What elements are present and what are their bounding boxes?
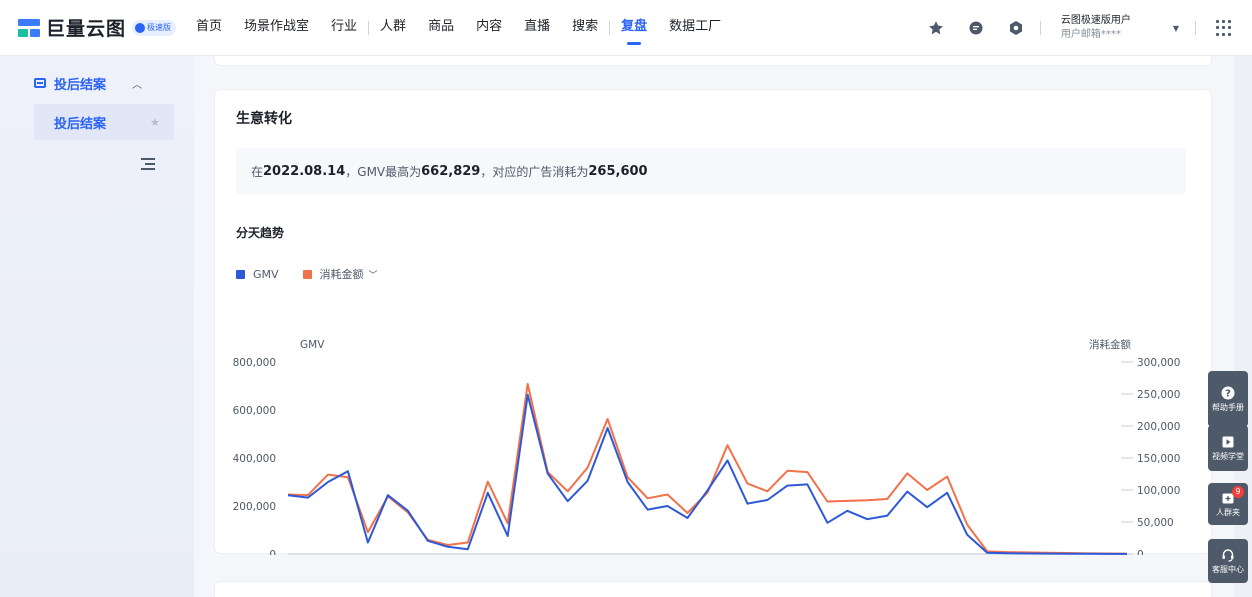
edition-badge-label: 极速版 — [147, 23, 172, 32]
help-manual-button[interactable]: ? 帮助手册 — [1208, 371, 1248, 427]
y-left-tick-label: 400,000 — [233, 453, 276, 465]
message-icon[interactable] — [968, 20, 984, 36]
collapse-sidebar-icon[interactable] — [141, 158, 155, 170]
card-title: 生意转化 — [236, 111, 292, 127]
sidebar-group-label: 投后结案 — [54, 77, 107, 93]
nav-home[interactable]: 首页 — [196, 0, 222, 56]
headset-icon — [1221, 548, 1235, 562]
toolbar-divider — [1039, 21, 1041, 35]
play-icon — [1221, 435, 1235, 449]
y-right-tick-label: 50,000 — [1137, 517, 1174, 529]
video-school-label: 视频学堂 — [1212, 451, 1244, 461]
svg-text:?: ? — [1225, 388, 1231, 399]
main-content: 生意转化 在 2022.08.14 ，GMV最高为 662,829 ，对应的广告消耗为 2… — [194, 56, 1234, 597]
y-left-tick-label: 0 — [269, 549, 276, 555]
next-card — [214, 581, 1212, 597]
business-conversion-card: 生意转化 在 2022.08.14 ，GMV最高为 662,829 ，对应的广告消耗为 2… — [214, 89, 1212, 555]
y-left-tick-label: 800,000 — [233, 357, 276, 369]
help-manual-label: 帮助手册 — [1212, 402, 1244, 412]
sidebar: 投后结案 ︿ 投后结案 ★ — [0, 56, 194, 597]
sidebar-item-label: 投后结案 — [54, 116, 107, 132]
y-left-tick-label: 600,000 — [233, 405, 276, 417]
y-right-tick-label: 100,000 — [1137, 485, 1180, 497]
user-email: 用户邮箱**** — [1060, 29, 1121, 40]
app-grid-icon[interactable] — [1216, 20, 1232, 36]
nav-scene-war-room[interactable]: 场景作战室 — [244, 0, 309, 56]
nav-data-factory[interactable]: 数据工厂 — [669, 0, 721, 56]
customer-service-label: 客服中心 — [1212, 564, 1244, 574]
y-right-axis-title: 消耗金额 — [1089, 338, 1131, 351]
legend-label-gmv: GMV — [253, 267, 279, 281]
y-left-axis-title: GMV — [300, 339, 325, 351]
star-icon[interactable] — [928, 20, 944, 36]
y-right-tick-label: 0 — [1137, 549, 1144, 555]
badge-dot-icon — [135, 22, 146, 33]
nav-review[interactable]: 复盘 — [621, 0, 647, 56]
chevron-down-icon[interactable]: ﹀ — [369, 268, 378, 281]
nav-content[interactable]: 内容 — [476, 0, 502, 56]
sidebar-item-post-campaign[interactable]: 投后结案 ★ — [34, 104, 174, 140]
help-icon: ? — [1221, 386, 1235, 400]
brand-logo[interactable]: 巨量云图 极速版 — [18, 14, 196, 41]
report-icon — [34, 78, 46, 88]
nav-product[interactable]: 商品 — [428, 0, 454, 56]
favorite-star-icon[interactable]: ★ — [150, 116, 160, 129]
crowd-folder-button[interactable]: 9 人群夹 — [1208, 483, 1248, 525]
summary-peak-gmv: 662,829 — [421, 163, 481, 179]
main-nav: 首页 场景作战室 行业 人群 商品 内容 直播 搜索 复盘 数据工厂 — [196, 0, 743, 56]
logo-icon — [18, 18, 40, 37]
sidebar-group-post-campaign[interactable]: 投后结案 ︿ — [0, 68, 194, 98]
nav-crowd[interactable]: 人群 — [380, 0, 406, 56]
y-right-tick-label: 200,000 — [1137, 421, 1180, 433]
y-left-tick-label: 200,000 — [233, 501, 276, 513]
crowd-count-badge: 9 — [1232, 486, 1244, 498]
daily-trend-title: 分天趋势 — [236, 226, 285, 240]
nav-divider — [609, 20, 611, 35]
brand-name: 巨量云图 — [46, 18, 127, 40]
settings-icon[interactable] — [1008, 20, 1024, 36]
top-right-tools: 云图极速版用户 用户邮箱**** ▼ — [904, 0, 1252, 56]
legend-swatch-gmv — [236, 269, 245, 279]
y-right-tick-label: 150,000 — [1137, 453, 1180, 465]
summary-peak-cost: 265,600 — [588, 163, 648, 179]
nav-search[interactable]: 搜索 — [572, 0, 598, 56]
legend-gmv[interactable]: GMV — [236, 268, 279, 281]
legend-label-cost: 消耗金额 — [319, 268, 364, 281]
summary-peak-date: 2022.08.14 — [263, 163, 346, 179]
previous-card — [214, 56, 1212, 66]
y-right-tick-label: 250,000 — [1137, 389, 1180, 401]
floating-toolbar: ? 帮助手册 视频学堂 9 人群夹 客服中心 — [1208, 371, 1248, 583]
cost-series-line — [287, 383, 1128, 555]
customer-service-button[interactable]: 客服中心 — [1208, 539, 1248, 583]
chart-legend: GMV 消耗金额 ﹀ — [236, 266, 402, 282]
gmv-series-line — [287, 393, 1127, 555]
crowd-folder-label: 人群夹 — [1216, 507, 1240, 517]
y-right-tick-label: 300,000 — [1137, 357, 1180, 369]
user-name: 云图极速版用户 — [1060, 15, 1131, 26]
nav-divider — [368, 20, 370, 35]
edition-badge: 极速版 — [132, 19, 177, 36]
summary-banner: 在 2022.08.14 ，GMV最高为 662,829 ，对应的广告消耗为 265,60… — [236, 148, 1186, 194]
nav-industry[interactable]: 行业 — [331, 0, 357, 56]
daily-trend-chart: 0 200,000 400,000 600,000 800,000 0 50,000 100,… — [233, 338, 1181, 555]
summary-text: 在 — [251, 164, 264, 179]
nav-live[interactable]: 直播 — [524, 0, 550, 56]
video-school-button[interactable]: 视频学堂 — [1208, 425, 1248, 471]
legend-cost[interactable]: 消耗金额 ﹀ — [302, 266, 378, 282]
chevron-down-icon[interactable]: ▼ — [1173, 24, 1179, 33]
legend-swatch-cost — [302, 269, 312, 279]
summary-text: ，GMV最高为 — [345, 164, 422, 179]
summary-text: ，对应的广告消耗为 — [480, 164, 589, 179]
toolbar-divider — [1195, 21, 1196, 35]
chevron-up-icon: ︿ — [132, 79, 142, 91]
user-account[interactable]: 云图极速版用户 用户邮箱**** — [1061, 14, 1169, 42]
top-navigation-bar: 巨量云图 极速版 首页 场景作战室 行业 人群 商品 内容 直播 搜索 复盘 数… — [0, 0, 1252, 56]
